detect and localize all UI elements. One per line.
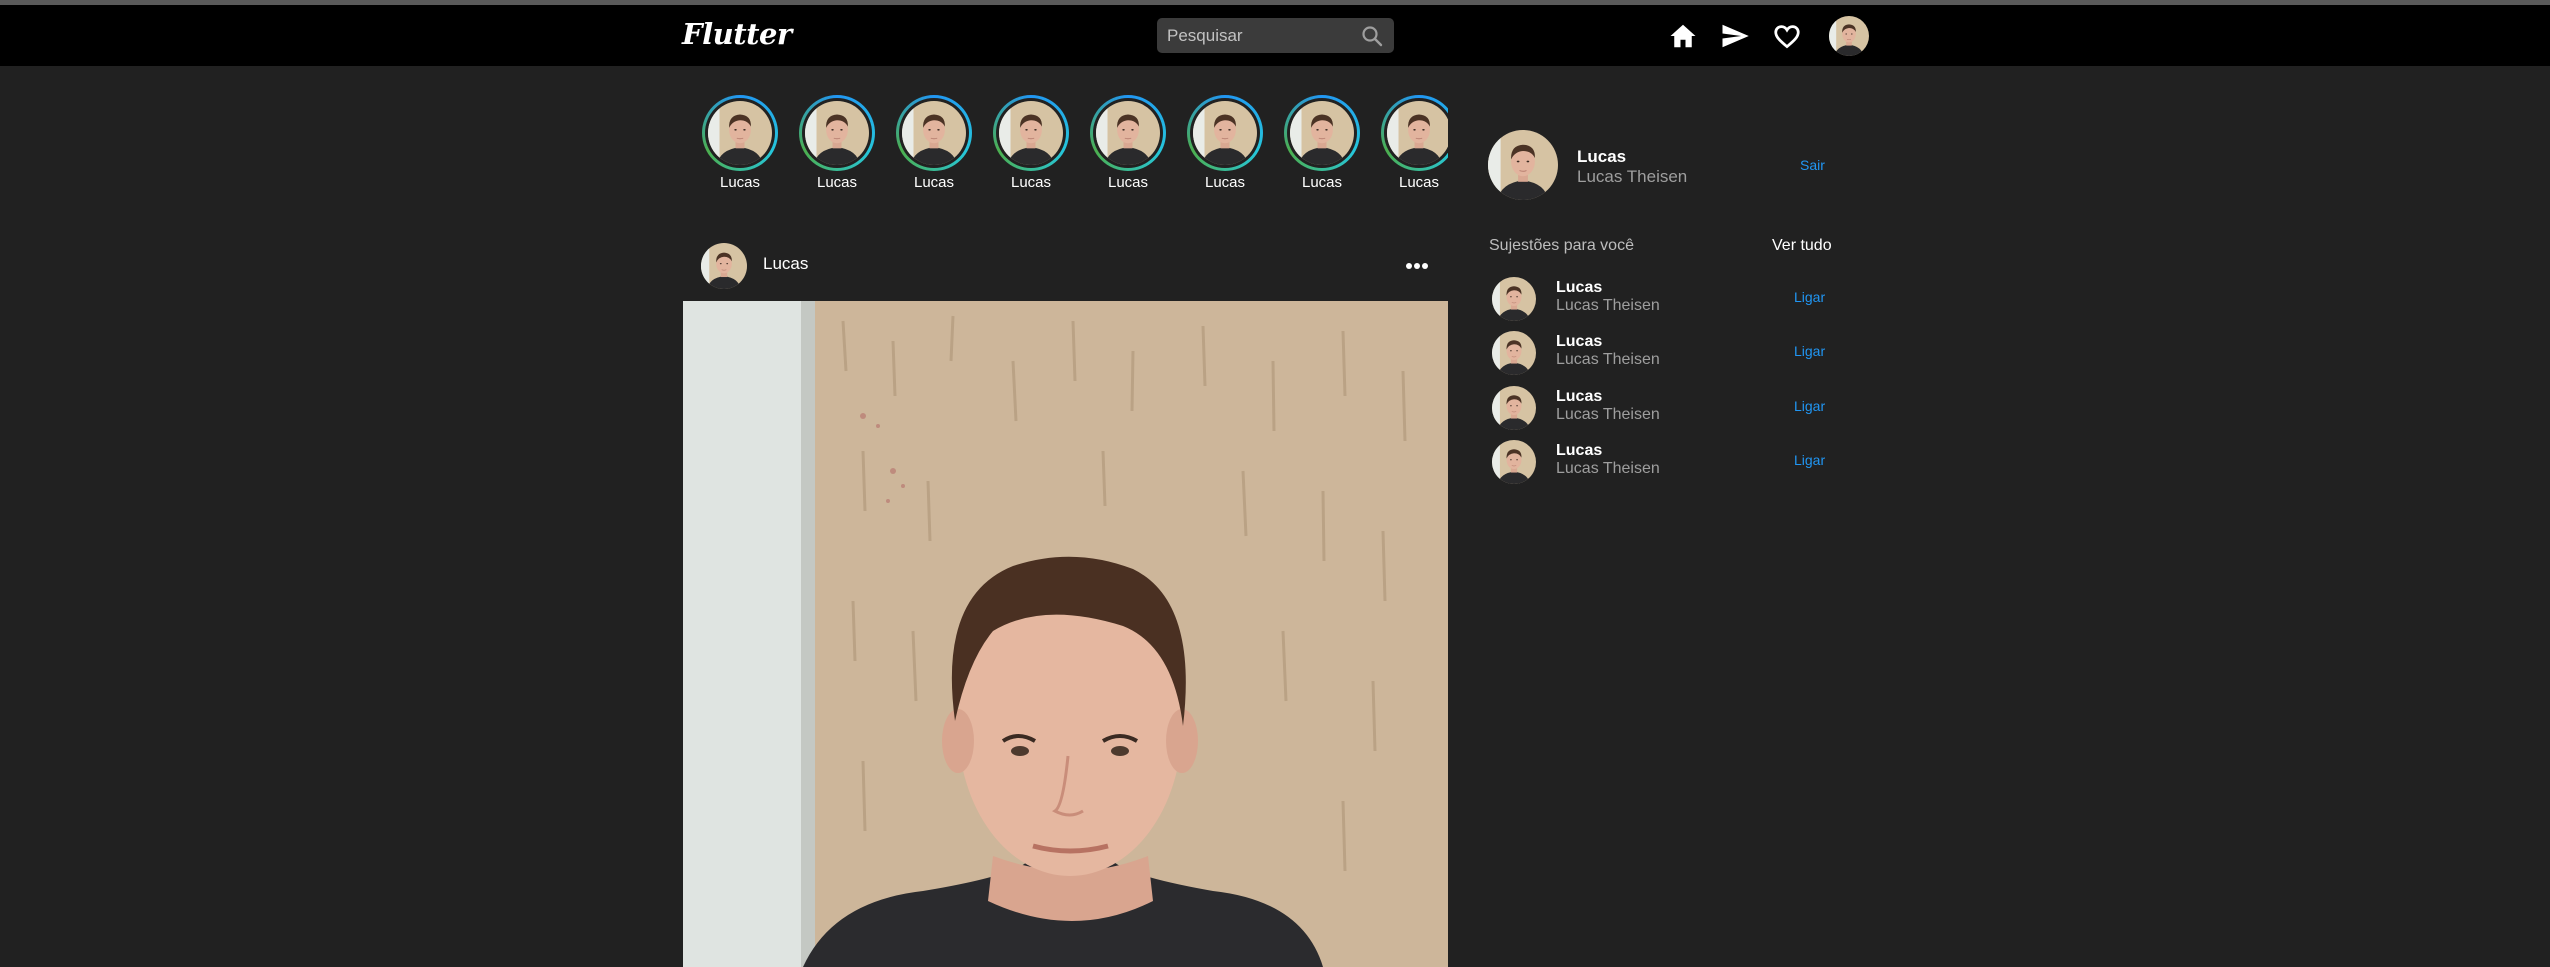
connect-button[interactable]: Ligar: [1794, 289, 1825, 305]
avatar-photo: [1290, 101, 1354, 165]
see-all-button[interactable]: Ver tudo: [1772, 237, 1832, 255]
more-options-icon[interactable]: [1404, 260, 1430, 272]
suggestion-item: Lucas Lucas Theisen Ligar: [1492, 277, 1838, 327]
stories-bar[interactable]: Lucas Lucas Lucas Lucas Lucas Lucas Lucas Lucas: [700, 95, 1448, 195]
suggestion-item: Lucas Lucas Theisen Ligar: [1492, 386, 1838, 436]
heart-icon[interactable]: [1772, 21, 1802, 51]
story-name: Lucas: [1204, 174, 1246, 191]
story-ring[interactable]: [1090, 95, 1166, 171]
avatar-photo: [1492, 277, 1536, 321]
story-ring-gap: [996, 98, 1066, 168]
avatar-photo: [902, 101, 966, 165]
story-ring[interactable]: [1381, 95, 1448, 171]
avatar-photo: [1387, 101, 1448, 165]
avatar-photo: [1829, 16, 1869, 56]
avatar-photo: [1193, 101, 1257, 165]
logout-button[interactable]: Sair: [1800, 157, 1825, 173]
story-item[interactable]: Lucas: [991, 95, 1071, 195]
avatar-photo: [1492, 386, 1536, 430]
avatar-photo: [1492, 440, 1536, 484]
post-author-name[interactable]: Lucas: [763, 254, 808, 274]
story-item[interactable]: Lucas: [700, 95, 780, 195]
suggestion-fullname: Lucas Theisen: [1556, 351, 1660, 368]
story-ring[interactable]: [1284, 95, 1360, 171]
suggestion-name[interactable]: Lucas: [1556, 388, 1602, 406]
suggestion-fullname: Lucas Theisen: [1556, 297, 1660, 314]
story-avatar: [1290, 101, 1354, 165]
story-name: Lucas: [913, 174, 955, 191]
story-avatar: [902, 101, 966, 165]
avatar-photo: [701, 243, 747, 289]
suggestion-avatar[interactable]: [1492, 277, 1536, 321]
suggestion-fullname: Lucas Theisen: [1556, 406, 1660, 423]
story-avatar: [1193, 101, 1257, 165]
current-user-card: Lucas Lucas Theisen: [1488, 130, 1828, 202]
avatar-photo: [1492, 331, 1536, 375]
story-ring-gap: [1190, 98, 1260, 168]
story-ring-gap: [1093, 98, 1163, 168]
post-header: Lucas: [683, 240, 1448, 300]
suggestion-avatar[interactable]: [1492, 331, 1536, 375]
story-name: Lucas: [1107, 174, 1149, 191]
story-ring-gap: [899, 98, 969, 168]
post-author-avatar[interactable]: [701, 243, 747, 289]
connect-button[interactable]: Ligar: [1794, 398, 1825, 414]
current-user-fullname: Lucas Theisen: [1577, 167, 1688, 186]
story-name: Lucas: [719, 174, 761, 191]
story-item[interactable]: Lucas: [1088, 95, 1168, 195]
avatar-photo: [708, 101, 772, 165]
story-ring[interactable]: [1187, 95, 1263, 171]
suggestion-item: Lucas Lucas Theisen Ligar: [1492, 331, 1838, 381]
story-ring[interactable]: [993, 95, 1069, 171]
profile-avatar[interactable]: [1829, 16, 1869, 56]
story-name: Lucas: [1301, 174, 1343, 191]
avatar-photo: [999, 101, 1063, 165]
story-item[interactable]: Lucas: [797, 95, 877, 195]
story-ring-gap: [705, 98, 775, 168]
story-ring[interactable]: [896, 95, 972, 171]
home-icon[interactable]: [1668, 21, 1698, 51]
app-bar: Flutter Pesquisar: [0, 5, 2550, 66]
story-item[interactable]: Lucas: [1282, 95, 1362, 195]
connect-button[interactable]: Ligar: [1794, 343, 1825, 359]
connect-button[interactable]: Ligar: [1794, 452, 1825, 468]
story-ring[interactable]: [799, 95, 875, 171]
current-user-name[interactable]: Lucas: [1577, 147, 1626, 167]
suggestion-avatar[interactable]: [1492, 440, 1536, 484]
story-ring[interactable]: [702, 95, 778, 171]
suggestion-name[interactable]: Lucas: [1556, 442, 1602, 460]
suggestion-fullname: Lucas Theisen: [1556, 460, 1660, 477]
story-avatar: [805, 101, 869, 165]
story-ring-gap: [1384, 98, 1448, 168]
story-name: Lucas: [1010, 174, 1052, 191]
post-photo-portrait: [683, 301, 1448, 967]
suggestions-title: Sujestões para você: [1489, 237, 1634, 254]
story-ring-gap: [802, 98, 872, 168]
current-user-avatar[interactable]: [1488, 130, 1558, 200]
story-avatar: [708, 101, 772, 165]
story-name: Lucas: [1398, 174, 1440, 191]
suggestion-name[interactable]: Lucas: [1556, 279, 1602, 297]
story-item[interactable]: Lucas: [1185, 95, 1265, 195]
avatar-photo: [1096, 101, 1160, 165]
story-name: Lucas: [816, 174, 858, 191]
story-avatar: [1096, 101, 1160, 165]
avatar-photo: [1488, 130, 1558, 200]
story-item[interactable]: Lucas: [1379, 95, 1448, 195]
send-icon[interactable]: [1720, 21, 1750, 51]
search-placeholder: Pesquisar: [1167, 26, 1243, 45]
avatar-photo: [805, 101, 869, 165]
post-photo[interactable]: [683, 301, 1448, 967]
story-item[interactable]: Lucas: [894, 95, 974, 195]
story-avatar: [1387, 101, 1448, 165]
story-ring-gap: [1287, 98, 1357, 168]
suggestion-item: Lucas Lucas Theisen Ligar: [1492, 440, 1838, 490]
search-input[interactable]: Pesquisar: [1157, 18, 1394, 53]
search-icon[interactable]: [1360, 24, 1384, 48]
app-logo[interactable]: Flutter: [682, 17, 792, 51]
suggestion-name[interactable]: Lucas: [1556, 333, 1602, 351]
story-avatar: [999, 101, 1063, 165]
suggestion-avatar[interactable]: [1492, 386, 1536, 430]
